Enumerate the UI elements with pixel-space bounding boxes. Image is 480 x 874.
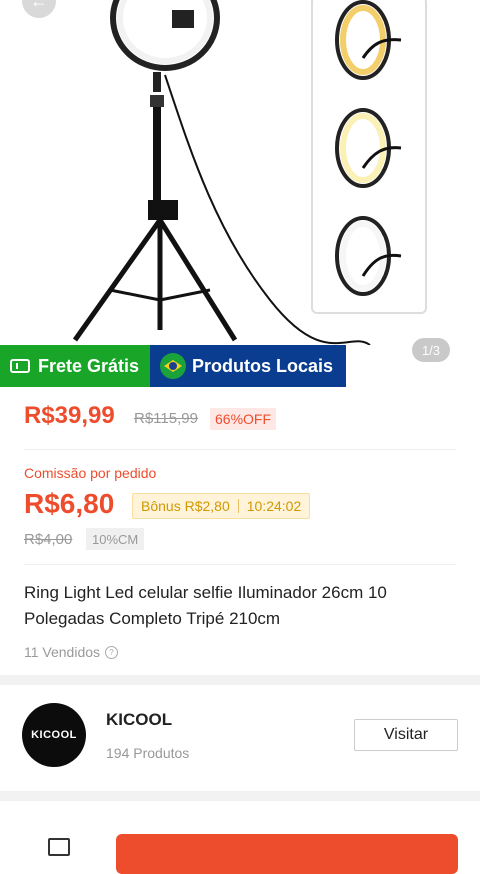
shop-avatar[interactable]: KICOOL <box>22 703 86 767</box>
section-separator <box>0 791 480 801</box>
divider <box>24 564 456 565</box>
brazil-flag-icon <box>160 353 186 379</box>
commission-label: Comissão por pedido <box>24 465 157 481</box>
discount-badge: 66%OFF <box>210 408 277 430</box>
original-price: R$115,99 <box>134 410 198 427</box>
local-products-badge: Produtos Locais <box>150 345 346 387</box>
ring-variants-illustration <box>335 0 402 296</box>
product-title: Ring Light Led celular selfie Iluminador… <box>24 583 387 628</box>
commission-value: R$6,80 <box>24 488 115 519</box>
bonus-timer: 10:24:02 <box>246 498 302 514</box>
store-icon[interactable] <box>48 838 70 856</box>
info-icon[interactable]: ? <box>105 645 119 659</box>
shop-product-count: 194 Produtos <box>106 745 190 761</box>
commission-rate: 10%CM <box>86 528 145 550</box>
shop-logo-text: KICOOL <box>31 729 77 741</box>
sold-count-text: 11 Vendidos <box>24 644 101 660</box>
current-price: R$39,99 <box>24 402 115 429</box>
action-button[interactable] <box>116 834 458 874</box>
sold-count: 11 Vendidos ? <box>24 644 119 660</box>
divider <box>24 449 456 450</box>
visit-shop-button[interactable]: Visitar <box>354 719 458 751</box>
ticket-icon <box>10 359 30 373</box>
commission-original: R$4,00 <box>24 531 73 548</box>
bonus-badge: Bônus R$2,80 10:24:02 <box>132 493 311 519</box>
back-arrow-icon: ← <box>30 0 48 11</box>
free-shipping-label: Frete Grátis <box>38 355 140 376</box>
shop-name[interactable]: KICOOL <box>106 710 172 730</box>
ring-variants-panel <box>311 0 427 314</box>
section-separator <box>0 675 480 685</box>
free-shipping-badge: Frete Grátis <box>0 345 150 387</box>
image-counter: 1/3 <box>412 338 450 362</box>
bonus-amount: Bônus R$2,80 <box>141 498 230 514</box>
local-products-label: Produtos Locais <box>192 355 334 376</box>
